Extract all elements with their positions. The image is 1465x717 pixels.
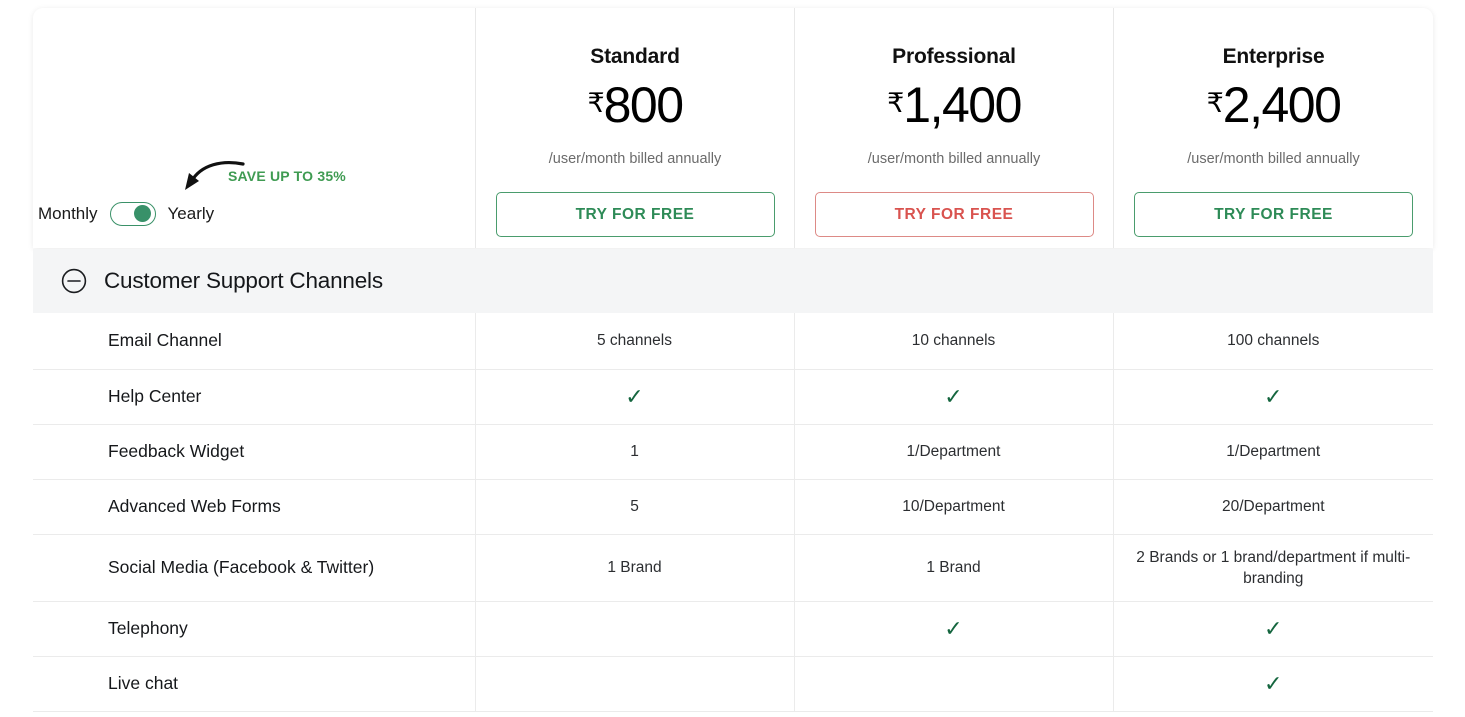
pricing-comparison-page: SAVE UP TO 35% Monthly Yearly Standard ₹… <box>0 0 1465 717</box>
plan-price-standard: ₹800 <box>476 74 794 147</box>
feature-label: Feedback Widget <box>108 441 245 461</box>
feature-label: Telephony <box>108 618 188 638</box>
feature-value-enterprise: 100 channels <box>1227 332 1320 350</box>
plan-billing-note-professional: /user/month billed annually <box>867 151 1041 167</box>
feature-value-standard: 5 channels <box>597 332 672 350</box>
plan-name-professional: Professional <box>892 45 1016 68</box>
table-row: Live chat ✓ <box>33 656 1433 712</box>
check-icon-standard: ✓ <box>625 383 644 409</box>
feature-value-enterprise: 1/Department <box>1226 443 1321 460</box>
check-icon-enterprise: ✓ <box>1264 615 1283 641</box>
billing-period-switch[interactable] <box>109 202 156 226</box>
plan-name-standard: Standard <box>590 45 680 68</box>
check-icon-enterprise: ✓ <box>1264 383 1283 409</box>
feature-label: Live chat <box>108 673 179 693</box>
save-badge: SAVE UP TO 35% <box>228 168 346 184</box>
feature-value-professional: 10 channels <box>911 332 996 350</box>
try-for-free-button-professional[interactable]: TRY FOR FREE <box>814 192 1094 237</box>
plan-billing-note-standard: /user/month billed annually <box>548 151 722 167</box>
feature-value-professional: 1/Department <box>906 443 1001 460</box>
feature-comparison-table: Email Channel 5 channels 10 channels 100… <box>33 313 1433 712</box>
plan-billing-note-enterprise: /user/month billed annually <box>1187 151 1360 167</box>
table-row: Help Center ✓ ✓ ✓ <box>33 369 1433 425</box>
currency-symbol-professional: ₹ <box>887 88 904 118</box>
feature-value-enterprise: 20/Department <box>1221 498 1325 515</box>
table-row: Telephony ✓ ✓ <box>33 601 1433 657</box>
try-for-free-button-enterprise[interactable]: TRY FOR FREE <box>1134 192 1413 237</box>
feature-value-standard: 5 <box>630 498 639 515</box>
table-row: Advanced Web Forms 5 10/Department 20/De… <box>33 479 1433 535</box>
section-title: Customer Support Channels <box>104 268 383 293</box>
table-row: Social Media (Facebook & Twitter) 1 Bran… <box>33 534 1433 602</box>
feature-value-professional: 1 Brand <box>926 559 981 576</box>
try-for-free-button-standard[interactable]: TRY FOR FREE <box>495 192 775 237</box>
switch-knob <box>133 205 151 223</box>
table-row: Feedback Widget 1 1/Department 1/Departm… <box>33 424 1433 480</box>
check-icon-professional: ✓ <box>944 383 963 409</box>
plan-column-professional: Professional ₹1,400 /user/month billed a… <box>794 8 1113 248</box>
currency-symbol-standard: ₹ <box>587 88 604 118</box>
feature-label: Help Center <box>108 386 202 406</box>
circle-minus-icon[interactable] <box>61 268 87 294</box>
plan-price-professional: ₹1,400 <box>795 74 1113 147</box>
feature-value-standard: 1 <box>630 443 639 460</box>
billing-toggle-row[interactable]: Monthly Yearly <box>38 202 214 226</box>
plan-amount-professional: 1,400 <box>903 77 1022 133</box>
plans-header-card: SAVE UP TO 35% Monthly Yearly Standard ₹… <box>33 8 1433 248</box>
feature-value-professional: 10/Department <box>902 498 1005 515</box>
feature-value-standard: 1 Brand <box>607 559 662 576</box>
feature-value-enterprise: 2 Brands or 1 brand/department if multi-… <box>1136 548 1411 587</box>
currency-symbol-enterprise: ₹ <box>1206 88 1224 118</box>
check-icon-professional: ✓ <box>944 615 963 641</box>
plan-name-enterprise: Enterprise <box>1222 45 1325 68</box>
plan-amount-enterprise: 2,400 <box>1222 77 1342 133</box>
table-row: Email Channel 5 channels 10 channels 100… <box>33 313 1433 370</box>
feature-label: Advanced Web Forms <box>108 496 281 516</box>
check-icon-enterprise: ✓ <box>1264 670 1283 696</box>
feature-label: Email Channel <box>108 330 222 351</box>
plan-column-standard: Standard ₹800 /user/month billed annuall… <box>475 8 794 248</box>
yearly-label: Yearly <box>167 204 215 223</box>
section-header-customer-support-channels[interactable]: Customer Support Channels <box>33 249 1433 313</box>
plan-price-enterprise: ₹2,400 <box>1114 74 1433 147</box>
billing-toggle-column: SAVE UP TO 35% Monthly Yearly <box>33 8 475 248</box>
feature-label: Social Media (Facebook & Twitter) <box>108 557 375 577</box>
monthly-label: Monthly <box>38 204 98 223</box>
plan-amount-standard: 800 <box>603 77 684 133</box>
plan-column-enterprise: Enterprise ₹2,400 /user/month billed ann… <box>1113 8 1433 248</box>
